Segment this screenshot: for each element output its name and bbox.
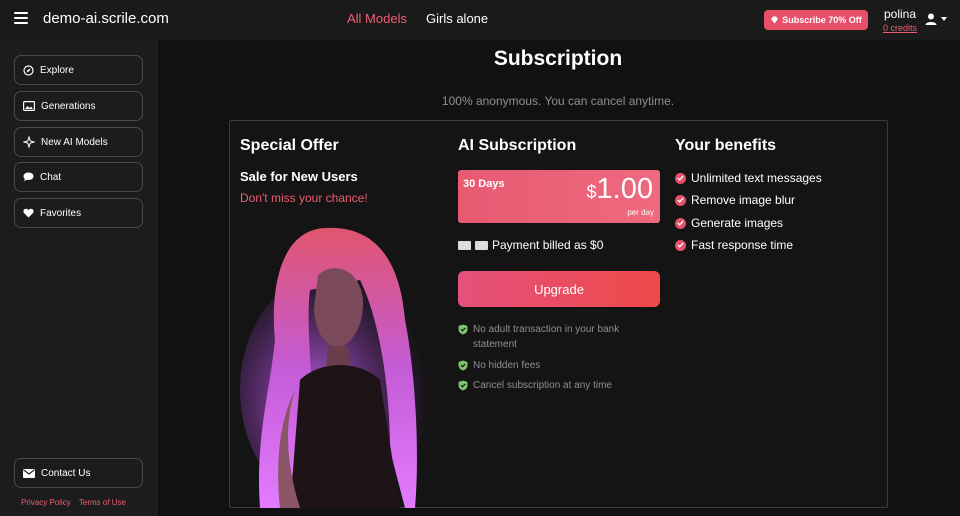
guarantee-text: No hidden fees [473,360,541,371]
billing-note: Payment billed as $0 [458,238,603,252]
contact-us-button[interactable]: Contact Us [14,458,143,488]
promo-label: Subscribe 70% Off [782,15,862,25]
menu-icon[interactable] [14,12,28,26]
upgrade-button[interactable]: Upgrade [458,271,660,307]
price-value: 1.00 [596,173,653,205]
check-circle-icon [675,239,686,251]
sidebar-item-new-ai-models[interactable]: New AI Models [14,127,143,157]
benefit-item: Generate images [675,216,783,230]
contact-label: Contact Us [41,467,91,479]
model-portrait-image [240,220,440,508]
price-unit: per day [627,208,654,217]
sale-subtitle: Don't miss your chance! [240,191,368,205]
benefit-text: Fast response time [691,238,794,252]
guarantee-text: No adult transaction in your bank statem… [473,324,620,350]
compass-icon [23,64,34,76]
credits-link[interactable]: 0 credits [883,23,917,33]
ai-subscription-title: AI Subscription [458,137,577,154]
chat-icon [23,172,34,182]
benefits-title: Your benefits [675,137,777,154]
benefit-item: Unlimited text messages [675,171,822,185]
sidebar-item-label: Chat [40,171,62,183]
envelope-icon [23,468,35,478]
benefit-text: Unlimited text messages [691,171,822,185]
benefit-text: Remove image blur [691,193,796,207]
shield-check-icon [458,360,468,371]
terms-of-use-link[interactable]: Terms of Use [79,498,126,507]
top-bar: demo-ai.scrile.com All Models Girls alon… [0,0,960,40]
page-title: Subscription [493,47,623,70]
shield-check-icon [458,324,468,335]
special-offer-title: Special Offer [240,137,339,154]
sidebar-item-label: New AI Models [41,136,108,148]
mastercard-icon [475,240,488,250]
sidebar: Explore Generations New AI Models Chat F… [0,40,158,516]
user-name: polina [884,7,917,21]
plan-duration: 30 Days [463,178,505,190]
chevron-down-icon[interactable] [941,17,947,21]
guarantee-item: Cancel subscription at any time [458,378,658,393]
sidebar-item-label: Favorites [40,207,82,219]
benefit-item: Remove image blur [675,193,795,207]
sidebar-item-chat[interactable]: Chat [14,162,143,192]
sparkle-icon [23,136,35,148]
guarantee-item: No hidden fees [458,358,658,373]
benefit-text: Generate images [691,216,784,230]
sidebar-item-label: Generations [41,100,96,112]
guarantee-text: Cancel subscription at any time [473,380,612,391]
sale-title: Sale for New Users [240,169,358,184]
footer-links: Privacy Policy Terms of Use [21,498,132,507]
site-title[interactable]: demo-ai.scrile.com [43,10,169,27]
nav-girls-alone[interactable]: Girls alone [426,11,488,26]
check-circle-icon [675,194,686,206]
sidebar-item-explore[interactable]: Explore [14,55,143,85]
sidebar-item-label: Explore [40,64,74,76]
price-card[interactable]: 30 Days $1.00 per day [458,170,660,223]
sidebar-item-favorites[interactable]: Favorites [14,198,143,228]
check-circle-icon [675,172,686,184]
gem-icon [771,16,779,24]
shield-check-icon [458,380,468,391]
heart-icon [23,208,34,218]
sidebar-item-generations[interactable]: Generations [14,91,143,121]
price-amount: $1.00 [587,173,653,206]
page-subtitle: 100% anonymous. You can cancel anytime. [441,94,675,108]
image-icon [23,101,35,111]
benefit-item: Fast response time [675,238,793,252]
check-circle-icon [675,217,686,229]
subscribe-promo-button[interactable]: Subscribe 70% Off [764,10,868,30]
visa-card-icon [458,240,471,250]
guarantee-item: No adult transaction in your bank statem… [458,322,658,352]
currency-symbol: $ [586,182,597,202]
billed-text: Payment billed as $0 [492,238,604,252]
privacy-policy-link[interactable]: Privacy Policy [21,498,71,507]
nav-all-models[interactable]: All Models [347,11,407,26]
user-icon[interactable] [924,12,938,26]
